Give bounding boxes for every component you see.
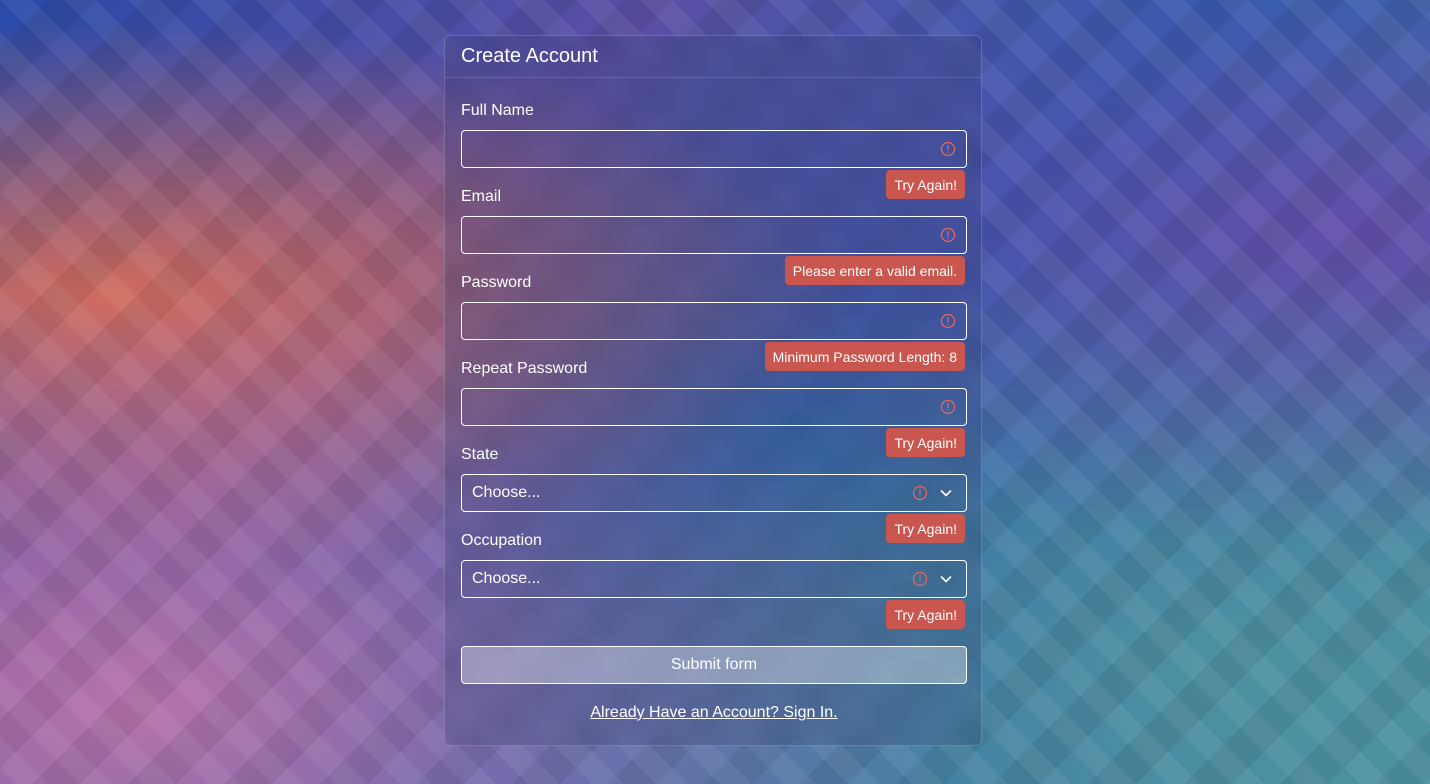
repeat-password-input[interactable] — [461, 388, 967, 426]
password-input[interactable] — [461, 302, 967, 340]
password-field: Password Minimum Password Length: 8 — [461, 250, 967, 371]
full-name-field: Full Name Try Again! — [461, 78, 967, 199]
occupation-field: Occupation Choose... Try Again! — [461, 508, 967, 629]
repeat-password-field: Repeat Password Try Again! — [461, 336, 967, 457]
email-input[interactable] — [461, 216, 967, 254]
form-body: Full Name Try Again! Email Please enter … — [445, 78, 981, 629]
full-name-input[interactable] — [461, 130, 967, 168]
state-field: State Choose... Try Again! — [461, 422, 967, 543]
exclamation-circle-icon — [940, 141, 956, 157]
card-header: Create Account — [445, 36, 981, 78]
chevron-down-icon — [940, 490, 952, 497]
exclamation-circle-icon — [912, 485, 928, 501]
repeat-password-label: Repeat Password — [461, 360, 588, 377]
create-account-card: Create Account Full Name Try Again! Emai… — [444, 35, 982, 746]
state-label: State — [461, 446, 499, 463]
chevron-down-icon — [940, 576, 952, 583]
exclamation-circle-icon — [940, 313, 956, 329]
page-title: Create Account — [461, 45, 598, 67]
occupation-select[interactable]: Choose... — [461, 560, 967, 598]
state-selected-value: Choose... — [472, 484, 541, 501]
occupation-label: Occupation — [461, 532, 542, 549]
exclamation-circle-icon — [940, 399, 956, 415]
full-name-label: Full Name — [461, 102, 534, 119]
exclamation-circle-icon — [940, 227, 956, 243]
email-field: Email Please enter a valid email. — [461, 164, 967, 285]
submit-button[interactable]: Submit form — [461, 646, 967, 684]
password-label: Password — [461, 274, 532, 291]
occupation-selected-value: Choose... — [472, 570, 541, 587]
email-label: Email — [461, 188, 502, 205]
state-select[interactable]: Choose... — [461, 474, 967, 512]
occupation-error: Try Again! — [886, 600, 965, 629]
sign-in-link[interactable]: Already Have an Account? Sign In. — [445, 704, 983, 722]
exclamation-circle-icon — [912, 571, 928, 587]
